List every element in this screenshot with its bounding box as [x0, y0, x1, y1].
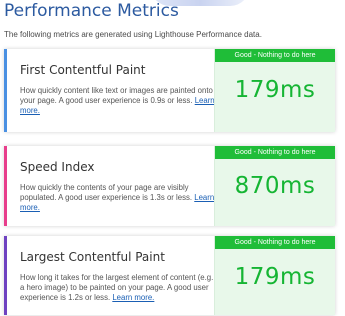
status-badge: Good - Nothing to do here	[215, 49, 335, 62]
metric-description-text: How quickly the contents of your page ar…	[20, 183, 193, 202]
metric-info: Speed Index How quickly the contents of …	[20, 160, 215, 213]
metric-score-panel: Good - Nothing to do here 870ms	[214, 146, 335, 226]
metric-name: Largest Contentful Paint	[20, 250, 165, 264]
page-title: Performance Metrics	[4, 1, 179, 21]
metric-value: 179ms	[234, 264, 316, 290]
metric-value: 179ms	[234, 77, 316, 103]
status-badge: Good - Nothing to do here	[215, 236, 335, 249]
learn-more-link[interactable]: Learn more.	[112, 293, 154, 302]
metric-name: Speed Index	[20, 160, 95, 174]
metric-score-panel: Good - Nothing to do here 179ms	[214, 236, 335, 315]
metric-description: How quickly the contents of your page ar…	[20, 183, 215, 213]
metric-score-panel: Good - Nothing to do here 179ms	[214, 49, 335, 132]
metric-info: First Contentful Paint How quickly conte…	[20, 63, 215, 116]
metric-description-text: How quickly content like text or images …	[20, 86, 213, 105]
metric-description: How quickly content like text or images …	[20, 86, 215, 116]
metric-info: Largest Contentful Paint How long it tak…	[20, 250, 215, 303]
status-badge: Good - Nothing to do here	[215, 146, 335, 159]
metric-value: 870ms	[234, 173, 316, 199]
metric-card-first-contentful-paint: First Contentful Paint How quickly conte…	[4, 49, 335, 132]
metric-card-speed-index: Speed Index How quickly the contents of …	[4, 146, 335, 226]
page-intro: The following metrics are generated usin…	[4, 30, 262, 39]
metric-name: First Contentful Paint	[20, 63, 146, 77]
metric-description: How long it takes for the largest elemen…	[20, 273, 215, 303]
metric-card-largest-contentful-paint: Largest Contentful Paint How long it tak…	[4, 236, 335, 315]
